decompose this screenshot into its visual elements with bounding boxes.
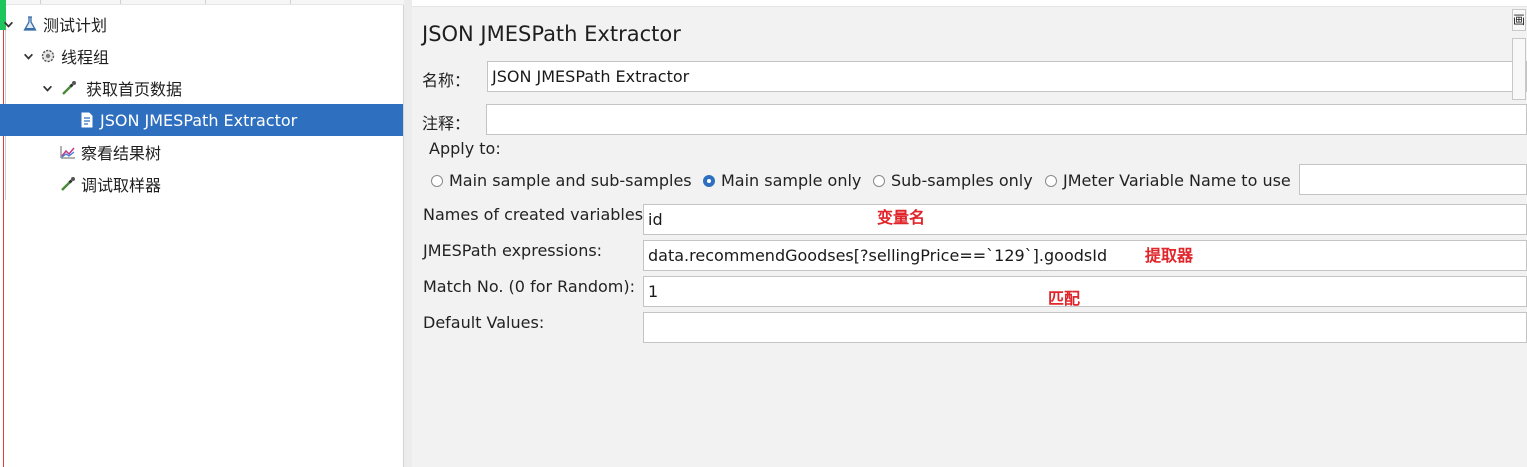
tree-node-test-plan[interactable]: 测试计划 xyxy=(0,8,404,40)
chevron-down-icon[interactable] xyxy=(0,16,16,32)
names-of-variables-label: Names of created variables: xyxy=(423,205,649,224)
split-divider[interactable] xyxy=(404,0,412,467)
chart-icon xyxy=(58,142,78,162)
comment-field[interactable] xyxy=(486,104,1527,135)
panel-top-strip xyxy=(412,0,1527,7)
default-values-field[interactable] xyxy=(643,312,1527,343)
match-no-field[interactable]: 1 xyxy=(643,276,1527,307)
tree-node-label: 测试计划 xyxy=(43,16,108,35)
jmespath-expressions-label: JMESPath expressions: xyxy=(423,241,603,260)
radio-label: Main sample only xyxy=(721,171,862,190)
pipette-icon xyxy=(58,174,78,194)
radio-button[interactable] xyxy=(431,174,443,187)
jmespath-expressions-field[interactable]: data.recommendGoodses[?sellingPrice==`12… xyxy=(643,240,1527,271)
tree-node-label: 获取首页数据 xyxy=(86,80,183,99)
radio-button[interactable] xyxy=(873,174,885,187)
default-values-label: Default Values: xyxy=(423,313,545,332)
tree-node-http-request[interactable]: 获取首页数据 xyxy=(0,72,404,104)
side-scroll-control[interactable] xyxy=(1512,38,1526,100)
tree-node-label: 线程组 xyxy=(61,48,110,67)
apply-to-label: Apply to: xyxy=(429,139,501,158)
radio-sub-samples-only[interactable]: Sub-samples only xyxy=(873,171,1033,190)
radio-button[interactable] xyxy=(1045,174,1057,187)
flask-icon xyxy=(20,14,40,34)
annotation-extractor: 提取器 xyxy=(1145,246,1194,265)
name-label: 名称： xyxy=(422,71,471,90)
tree-node-label: JSON JMESPath Extractor xyxy=(100,110,298,130)
tree-toolbar-strip xyxy=(0,0,404,5)
tree-node-jmespath-extractor[interactable]: JSON JMESPath Extractor xyxy=(0,104,403,136)
name-field[interactable]: JSON JMESPath Extractor xyxy=(487,61,1527,92)
gear-icon xyxy=(38,46,58,66)
radio-label: Main sample and sub-samples xyxy=(449,171,692,190)
tree-node-label: 调试取样器 xyxy=(81,176,162,195)
radio-button-selected[interactable] xyxy=(703,174,715,187)
side-toolbar-button[interactable]: 画 xyxy=(1512,9,1526,31)
radio-main-sample-only[interactable]: Main sample only xyxy=(703,171,861,190)
tree-node-thread-group[interactable]: 线程组 xyxy=(0,40,404,72)
tree-node-debug-sampler[interactable]: 调试取样器 xyxy=(0,168,404,200)
tree-node-label: 察看结果树 xyxy=(81,144,162,163)
document-icon xyxy=(77,110,97,130)
radio-label: JMeter Variable Name to use xyxy=(1063,171,1291,190)
annotation-match: 匹配 xyxy=(1048,289,1081,308)
chevron-down-icon[interactable] xyxy=(39,80,55,96)
annotation-variable-name: 变量名 xyxy=(877,208,926,227)
extractor-config-panel: JSON JMESPath Extractor 名称： JSON JMESPat… xyxy=(412,0,1527,467)
names-of-variables-field[interactable]: id xyxy=(643,204,1527,235)
page-title: JSON JMESPath Extractor xyxy=(422,22,681,46)
tree-node-view-results-tree[interactable]: 察看结果树 xyxy=(0,136,404,168)
match-no-label: Match No. (0 for Random): xyxy=(423,277,636,296)
comment-label: 注释： xyxy=(422,114,471,133)
radio-jmeter-variable[interactable]: JMeter Variable Name to use xyxy=(1045,171,1291,190)
jmeter-variable-name-field[interactable] xyxy=(1299,164,1527,195)
radio-label: Sub-samples only xyxy=(891,171,1033,190)
chevron-down-icon[interactable] xyxy=(20,48,36,64)
test-plan-tree: 测试计划 线程组 获取首页数据 JSON JMESPath Extractor … xyxy=(0,0,411,467)
pipette-icon xyxy=(59,78,79,98)
radio-main-and-sub-samples[interactable]: Main sample and sub-samples xyxy=(431,171,692,190)
